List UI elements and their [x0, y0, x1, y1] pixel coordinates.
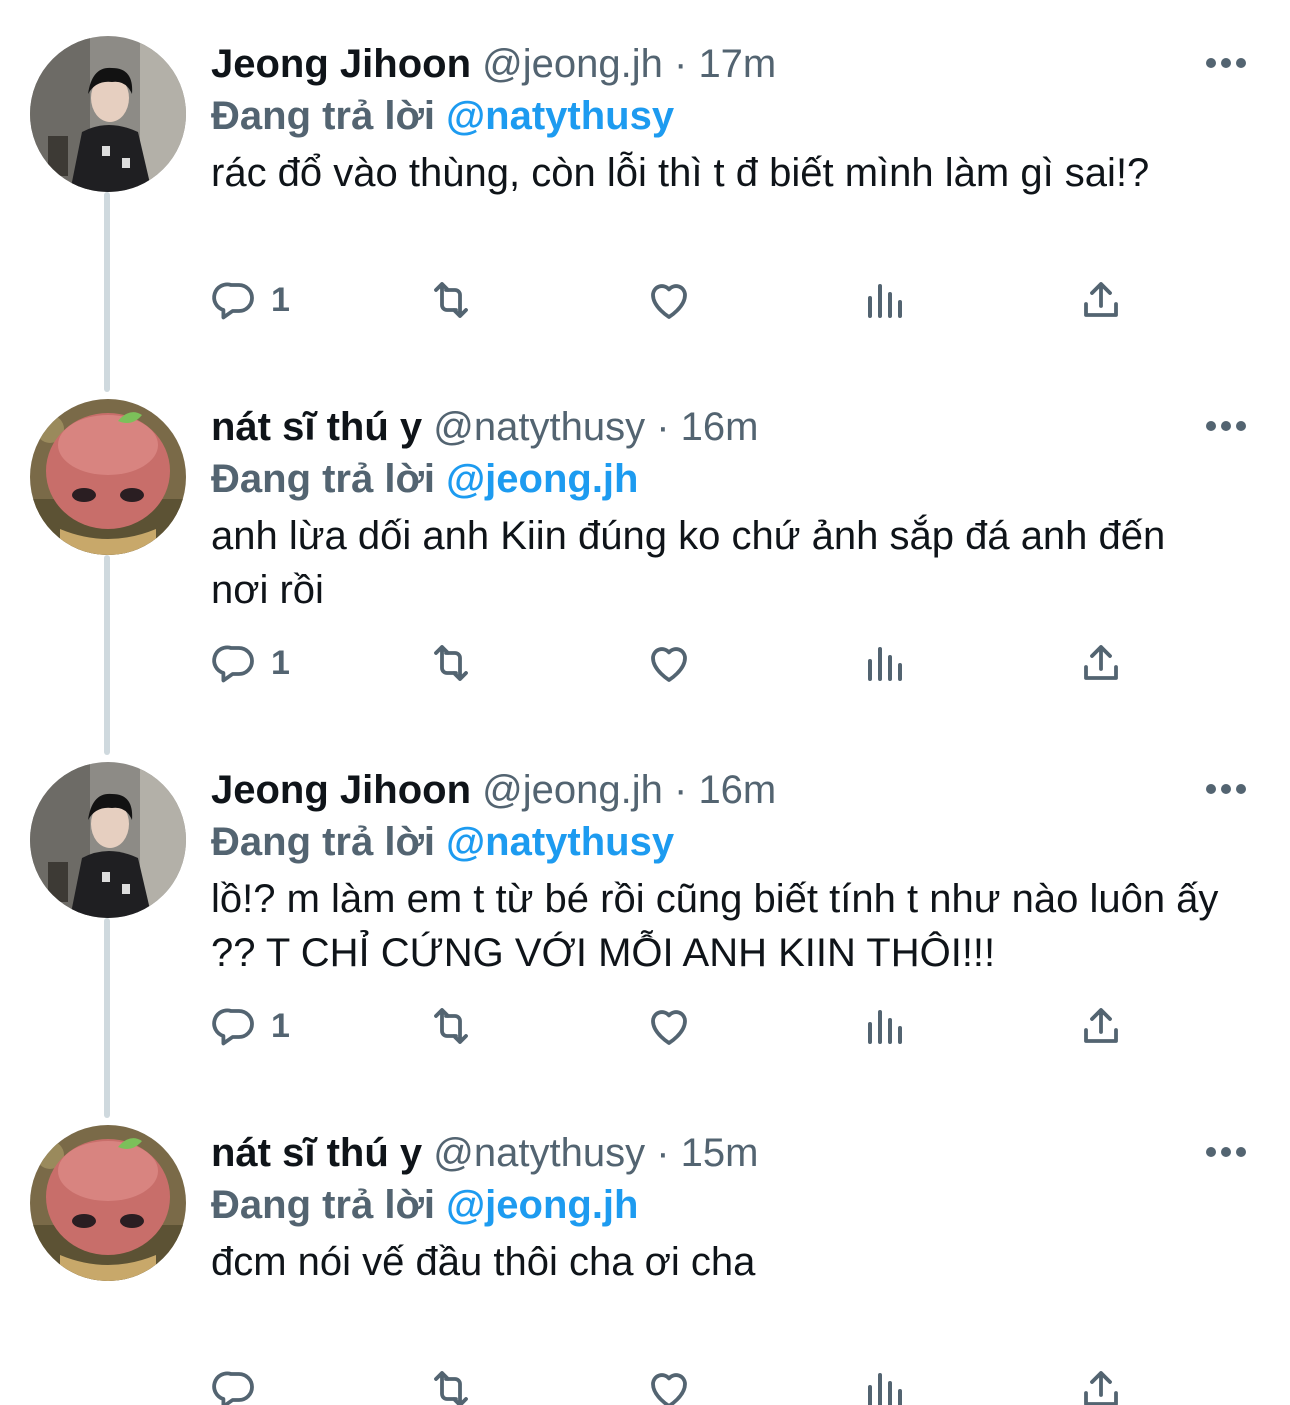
- reply-count: 1: [271, 280, 290, 319]
- analytics-icon: [868, 1373, 902, 1405]
- replying-label: Đang trả lời: [211, 820, 436, 864]
- share-icon: [1084, 1008, 1118, 1043]
- display-name[interactable]: Jeong Jihoon: [211, 42, 471, 86]
- display-name[interactable]: nát sĩ thú y: [211, 405, 422, 449]
- display-name[interactable]: Jeong Jihoon: [211, 768, 471, 812]
- analytics-button[interactable]: [861, 1002, 909, 1050]
- replying-label: Đang trả lời: [211, 1183, 436, 1227]
- action-bar: 1: [211, 1002, 1151, 1050]
- reply-icon: [212, 282, 254, 320]
- more-icon[interactable]: [1206, 782, 1246, 798]
- action-bar: [211, 1365, 1151, 1405]
- reply-icon: [212, 1008, 254, 1046]
- avatar-image-figurine: [30, 1125, 186, 1281]
- timestamp[interactable]: 17m: [698, 42, 776, 86]
- replying-to: Đang trả lời @natythusy: [211, 92, 674, 140]
- timestamp[interactable]: 15m: [681, 1131, 759, 1175]
- share-button[interactable]: [1077, 1002, 1125, 1050]
- avatar-image-man: [30, 762, 186, 918]
- replying-handle-link[interactable]: @natythusy: [446, 94, 674, 138]
- tweet-text: anh lừa dối anh Kiin đúng ko chứ ảnh sắp…: [211, 514, 1166, 612]
- tweet-header: Jeong Jihoon @jeong.jh · 17m: [211, 40, 776, 88]
- like-button[interactable]: [645, 639, 693, 687]
- like-button[interactable]: [645, 276, 693, 324]
- handle[interactable]: @natythusy: [433, 405, 645, 449]
- tweet-text: đcm nói vế đầu thôi cha ơi cha: [211, 1240, 756, 1284]
- handle[interactable]: @jeong.jh: [482, 768, 663, 812]
- reply-count: 1: [271, 643, 290, 682]
- reply-icon: [212, 645, 254, 683]
- retweet-button[interactable]: [427, 639, 475, 687]
- share-button[interactable]: [1077, 639, 1125, 687]
- retweet-button[interactable]: [427, 1002, 475, 1050]
- share-button[interactable]: [1077, 276, 1125, 324]
- avatar-image-man: [30, 36, 186, 192]
- handle[interactable]: @natythusy: [433, 1131, 645, 1175]
- tweet-text: lồ!? m làm em t từ bé rồi cũng biết tính…: [211, 877, 1219, 975]
- share-icon: [1084, 282, 1118, 317]
- separator: ·: [656, 1131, 670, 1175]
- reply-button[interactable]: [211, 1365, 271, 1405]
- retweet-icon: [434, 1371, 468, 1405]
- analytics-button[interactable]: [861, 639, 909, 687]
- reply-button[interactable]: 1: [211, 276, 290, 324]
- tweet[interactable]: nát sĩ thú y @natythusy · 15m Đang trả l…: [0, 1089, 1290, 1405]
- more-icon[interactable]: [1206, 56, 1246, 72]
- share-button[interactable]: [1077, 1365, 1125, 1405]
- replying-handle-link[interactable]: @jeong.jh: [446, 457, 638, 501]
- share-icon: [1084, 645, 1118, 680]
- like-icon: [651, 1373, 687, 1405]
- replying-label: Đang trả lời: [211, 457, 436, 501]
- tweet-header: Jeong Jihoon @jeong.jh · 16m: [211, 766, 776, 814]
- like-button[interactable]: [645, 1002, 693, 1050]
- action-bar: 1: [211, 276, 1151, 324]
- reply-button[interactable]: 1: [211, 639, 290, 687]
- retweet-icon: [434, 1008, 468, 1044]
- avatar[interactable]: [30, 1125, 186, 1281]
- handle[interactable]: @jeong.jh: [482, 42, 663, 86]
- reply-count: 1: [271, 1006, 290, 1045]
- action-bar: 1: [211, 639, 1151, 687]
- tweet-header: nát sĩ thú y @natythusy · 16m: [211, 403, 758, 451]
- replying-to: Đang trả lời @natythusy: [211, 818, 674, 866]
- like-button[interactable]: [645, 1365, 693, 1405]
- analytics-icon: [868, 284, 902, 318]
- analytics-icon: [868, 1010, 902, 1044]
- tweet[interactable]: nát sĩ thú y @natythusy · 16m Đang trả l…: [0, 363, 1290, 726]
- tweet[interactable]: Jeong Jihoon @jeong.jh · 16m Đang trả lờ…: [0, 726, 1290, 1089]
- avatar[interactable]: [30, 399, 186, 555]
- retweet-icon: [434, 282, 468, 318]
- avatar[interactable]: [30, 762, 186, 918]
- more-icon[interactable]: [1206, 419, 1246, 435]
- avatar[interactable]: [30, 36, 186, 192]
- separator: ·: [656, 405, 670, 449]
- avatar-image-figurine: [30, 399, 186, 555]
- display-name[interactable]: nát sĩ thú y: [211, 1131, 422, 1175]
- share-icon: [1084, 1371, 1118, 1405]
- tweet-text: rác đổ vào thùng, còn lỗi thì t đ biết m…: [211, 151, 1150, 195]
- separator: ·: [673, 42, 688, 86]
- tweet-header: nát sĩ thú y @natythusy · 15m: [211, 1129, 758, 1177]
- timestamp[interactable]: 16m: [681, 405, 759, 449]
- replying-handle-link[interactable]: @jeong.jh: [446, 1183, 638, 1227]
- like-icon: [651, 1010, 687, 1045]
- retweet-icon: [434, 645, 468, 681]
- like-icon: [651, 647, 687, 682]
- separator: ·: [673, 768, 688, 812]
- replying-to: Đang trả lời @jeong.jh: [211, 1181, 638, 1229]
- analytics-button[interactable]: [861, 1365, 909, 1405]
- replying-handle-link[interactable]: @natythusy: [446, 820, 674, 864]
- reply-icon: [212, 1371, 254, 1405]
- analytics-icon: [868, 647, 902, 681]
- replying-to: Đang trả lời @jeong.jh: [211, 455, 638, 503]
- retweet-button[interactable]: [427, 276, 475, 324]
- timestamp[interactable]: 16m: [698, 768, 776, 812]
- more-icon[interactable]: [1206, 1145, 1246, 1161]
- tweet[interactable]: Jeong Jihoon @jeong.jh · 17m Đang trả lờ…: [0, 0, 1290, 363]
- retweet-button[interactable]: [427, 1365, 475, 1405]
- analytics-button[interactable]: [861, 276, 909, 324]
- like-icon: [651, 284, 687, 319]
- reply-button[interactable]: 1: [211, 1002, 290, 1050]
- replying-label: Đang trả lời: [211, 94, 436, 138]
